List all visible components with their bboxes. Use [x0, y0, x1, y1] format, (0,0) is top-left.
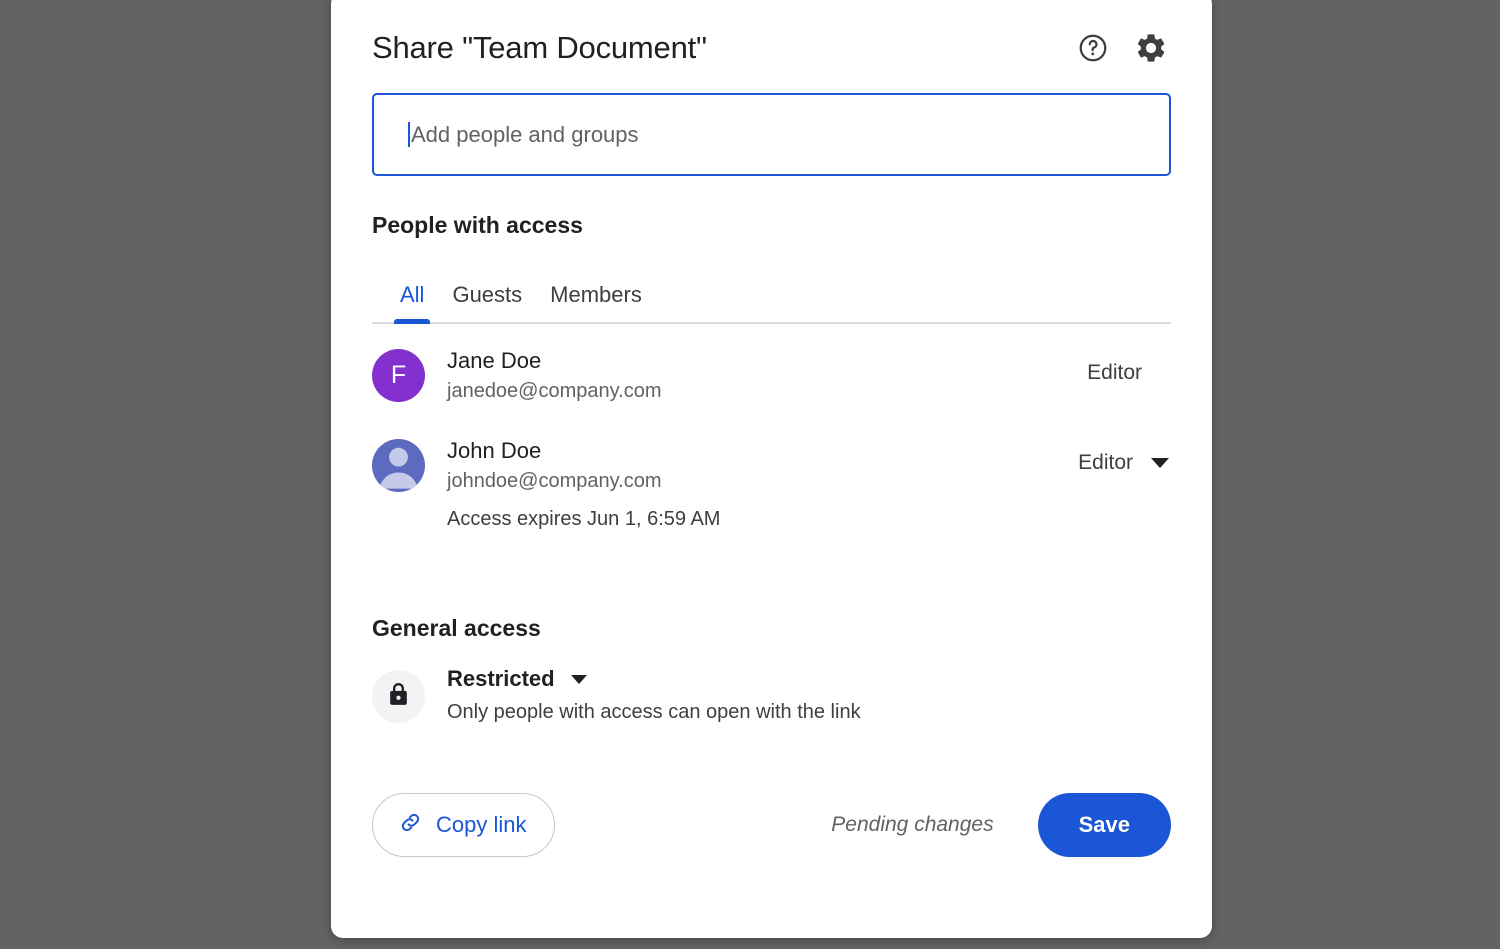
- text-cursor: [408, 122, 410, 147]
- people-with-access-heading: People with access: [372, 212, 583, 238]
- save-button[interactable]: Save: [1037, 793, 1171, 857]
- link-icon: [398, 810, 423, 841]
- person-role-dropdown[interactable]: Editor: [1078, 451, 1171, 475]
- avatar-initial: F: [390, 361, 407, 389]
- person-role-label: Editor: [1078, 451, 1133, 474]
- general-access-row: Restricted Only people with access can o…: [372, 666, 1171, 724]
- header-actions: [1076, 31, 1168, 65]
- person-silhouette-icon: [372, 439, 425, 492]
- tab-guests[interactable]: Guests: [438, 282, 536, 322]
- help-button[interactable]: [1076, 31, 1110, 65]
- lock-icon: [385, 681, 412, 713]
- people-list: F Jane Doe janedoe@company.com Editor Jo…: [372, 347, 1171, 533]
- status-badge: Pending changes: [831, 813, 994, 836]
- general-access-heading: General access: [372, 615, 541, 641]
- chevron-down-icon: [570, 674, 587, 684]
- person-name: Jane Doe: [447, 348, 542, 373]
- help-circle-icon: [1077, 32, 1109, 64]
- table-row[interactable]: John Doe johndoe@company.com Access expi…: [372, 437, 1171, 533]
- copy-link-button[interactable]: Copy link: [372, 793, 556, 857]
- person-role: Editor: [1087, 361, 1171, 385]
- gear-icon: [1134, 31, 1168, 65]
- share-dialog: Share "Team Document" Add people and gro…: [331, 0, 1212, 938]
- add-people-field[interactable]: Add people and groups: [372, 93, 1171, 176]
- person-info: John Doe johndoe@company.com Access expi…: [447, 437, 1078, 533]
- general-access-mode-dropdown[interactable]: Restricted: [447, 666, 861, 692]
- person-role-label: Editor: [1087, 361, 1142, 384]
- settings-button[interactable]: [1134, 31, 1168, 65]
- access-tabs: All Guests Members: [372, 265, 1171, 324]
- general-access-description: Only people with access can open with th…: [447, 701, 861, 723]
- dialog-header: Share "Team Document": [372, 0, 1171, 66]
- chevron-down-icon: [1151, 458, 1169, 468]
- person-email: johndoe@company.com: [447, 470, 662, 492]
- person-name: John Doe: [447, 438, 542, 463]
- page-title: Share "Team Document": [372, 30, 707, 65]
- general-access-mode-label: Restricted: [447, 666, 555, 691]
- avatar: F: [372, 349, 425, 402]
- person-info: Jane Doe janedoe@company.com: [447, 347, 1087, 405]
- tab-members[interactable]: Members: [536, 282, 656, 322]
- table-row[interactable]: F Jane Doe janedoe@company.com Editor: [372, 347, 1171, 421]
- avatar: [372, 439, 425, 492]
- lock-icon-container: [372, 670, 425, 723]
- copy-link-label: Copy link: [436, 812, 527, 837]
- tab-all[interactable]: All: [386, 282, 438, 324]
- person-email: janedoe@company.com: [447, 380, 662, 402]
- add-people-placeholder: Add people and groups: [411, 121, 639, 147]
- person-access-expiry: Access expires Jun 1, 6:59 AM: [447, 508, 721, 530]
- dialog-footer: Copy link Pending changes Save: [372, 793, 1171, 857]
- general-access-info: Restricted Only people with access can o…: [447, 666, 861, 724]
